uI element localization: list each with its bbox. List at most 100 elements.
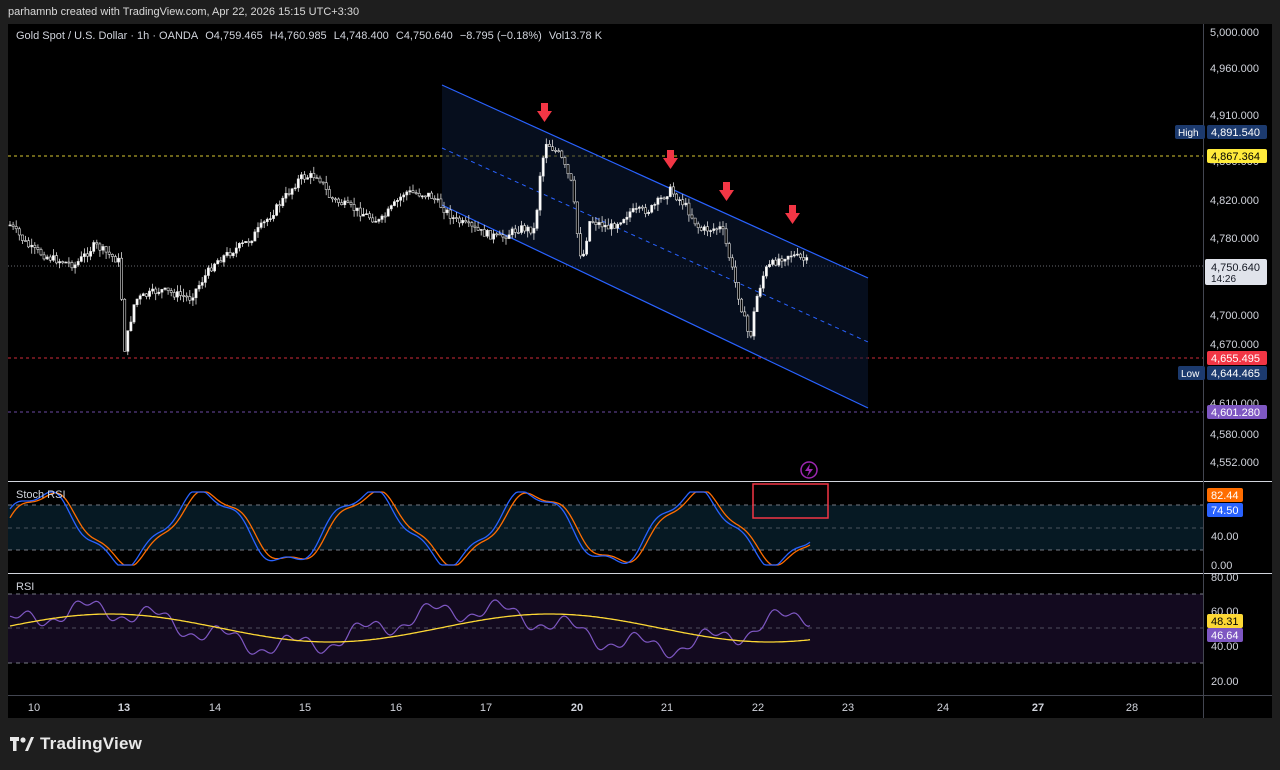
price-tick: 4,670.000 xyxy=(1210,339,1259,351)
candle-body xyxy=(644,207,647,214)
candle-body xyxy=(76,261,80,266)
candle-body xyxy=(687,202,691,216)
candle-body xyxy=(482,229,486,237)
time-label: 23 xyxy=(842,702,854,714)
stoch-axis[interactable]: 82.44 74.50 40.00 0.00 xyxy=(1207,488,1243,572)
candle-body xyxy=(343,200,347,206)
arrow-down-icon[interactable] xyxy=(719,182,734,201)
candle-body xyxy=(396,200,399,202)
candle-body xyxy=(110,254,114,257)
candle-body xyxy=(532,228,536,234)
price-labels[interactable]: High 4,891.540 4,867.364 4,750.640 14:26… xyxy=(1175,125,1267,419)
candle-body xyxy=(569,173,573,181)
candle-body xyxy=(188,296,192,301)
candle-body xyxy=(485,230,489,237)
candle-body xyxy=(684,202,688,206)
candle-body xyxy=(625,216,629,220)
candle-body xyxy=(8,224,12,227)
candle-body xyxy=(668,186,672,197)
candle-body xyxy=(436,198,440,201)
candle-body xyxy=(20,234,24,241)
candle-body xyxy=(399,196,403,201)
candle-body xyxy=(200,282,204,286)
candle-body xyxy=(191,297,195,301)
candle-body xyxy=(647,211,651,214)
symbol-title[interactable]: Gold Spot / U.S. Dollar · 1h · OANDA xyxy=(16,30,198,42)
time-label: 16 xyxy=(390,702,402,714)
candle-body xyxy=(653,204,657,206)
candle-body xyxy=(129,321,133,331)
candle-body xyxy=(588,221,592,242)
candle-body xyxy=(764,266,768,277)
candle-body xyxy=(327,189,331,198)
candle-body xyxy=(640,206,644,209)
rsi-axis[interactable]: 80.00 60.00 48.31 46.64 40.00 20.00 xyxy=(1207,572,1243,688)
candle-body xyxy=(631,208,635,213)
candle-body xyxy=(14,226,18,230)
candle-body xyxy=(42,254,46,260)
candle-body xyxy=(114,256,117,263)
candle-body xyxy=(541,157,545,177)
rsi-pane-title[interactable]: RSI xyxy=(16,581,34,593)
candle-body xyxy=(117,257,120,263)
tradingview-logo[interactable]: TradingView xyxy=(10,734,142,754)
arrow-down-icon[interactable] xyxy=(663,150,678,169)
price-tick: 4,700.000 xyxy=(1210,310,1259,322)
time-label: 17 xyxy=(480,702,492,714)
candle-body xyxy=(572,179,576,203)
candle-body xyxy=(256,227,260,233)
candle-body xyxy=(526,226,530,232)
candle-body xyxy=(768,264,771,268)
stoch-pane-title[interactable]: Stoch RSI xyxy=(16,489,66,501)
candle-body xyxy=(160,289,164,293)
price-axis[interactable]: 5,000.000 4,960.000 4,910.000 4,820.000 … xyxy=(1210,27,1259,469)
candle-body xyxy=(309,173,313,178)
candle-body xyxy=(321,181,325,184)
candle-body xyxy=(79,256,83,262)
candle-body xyxy=(272,215,275,219)
arrow-down-icon[interactable] xyxy=(537,103,552,122)
time-label: 20 xyxy=(571,702,583,714)
candle-body xyxy=(591,221,595,223)
high-tag-label: High xyxy=(1178,128,1199,139)
chart-canvas[interactable]: 5,000.000 4,960.000 4,910.000 4,820.000 … xyxy=(0,0,1280,770)
candle-body xyxy=(176,291,179,298)
candle-body xyxy=(414,192,418,194)
candle-body xyxy=(594,221,598,225)
candle-body xyxy=(197,285,201,290)
candle-body xyxy=(628,211,632,218)
candle-body xyxy=(718,226,722,230)
candle-body xyxy=(247,241,251,244)
candle-body xyxy=(51,255,55,261)
price-tick: 4,580.000 xyxy=(1210,429,1259,441)
candle-body xyxy=(411,190,415,193)
candle-body xyxy=(755,295,759,312)
candle-body xyxy=(334,198,337,201)
candle-body xyxy=(544,143,548,159)
candle-body xyxy=(355,207,359,211)
candle-body xyxy=(365,213,368,216)
lightning-icon[interactable] xyxy=(800,461,818,479)
candle-body xyxy=(799,253,802,258)
channel-mid-line[interactable] xyxy=(441,147,869,343)
arrow-down-icon[interactable] xyxy=(785,205,800,224)
candle-body xyxy=(476,227,480,231)
candle-body xyxy=(771,259,775,265)
low-value: 4,644.465 xyxy=(1211,368,1260,380)
candle-body xyxy=(172,292,176,298)
time-label: 22 xyxy=(752,702,764,714)
time-axis[interactable]: 10 13 14 15 16 17 20 21 22 23 24 27 28 xyxy=(28,702,1138,714)
candle-body xyxy=(423,195,427,198)
candle-body xyxy=(730,257,734,268)
candle-body xyxy=(39,249,43,256)
candle-body xyxy=(520,225,523,233)
candle-body xyxy=(275,204,279,216)
low-tag-label: Low xyxy=(1181,369,1200,380)
candle-body xyxy=(637,206,641,209)
candle-body xyxy=(73,264,77,269)
symbol-legend[interactable]: Gold Spot / U.S. Dollar · 1h · OANDA O4,… xyxy=(16,30,606,42)
candle-body xyxy=(417,193,421,197)
candle-body xyxy=(746,315,750,332)
candle-body xyxy=(535,209,539,229)
candle-body xyxy=(358,207,362,217)
